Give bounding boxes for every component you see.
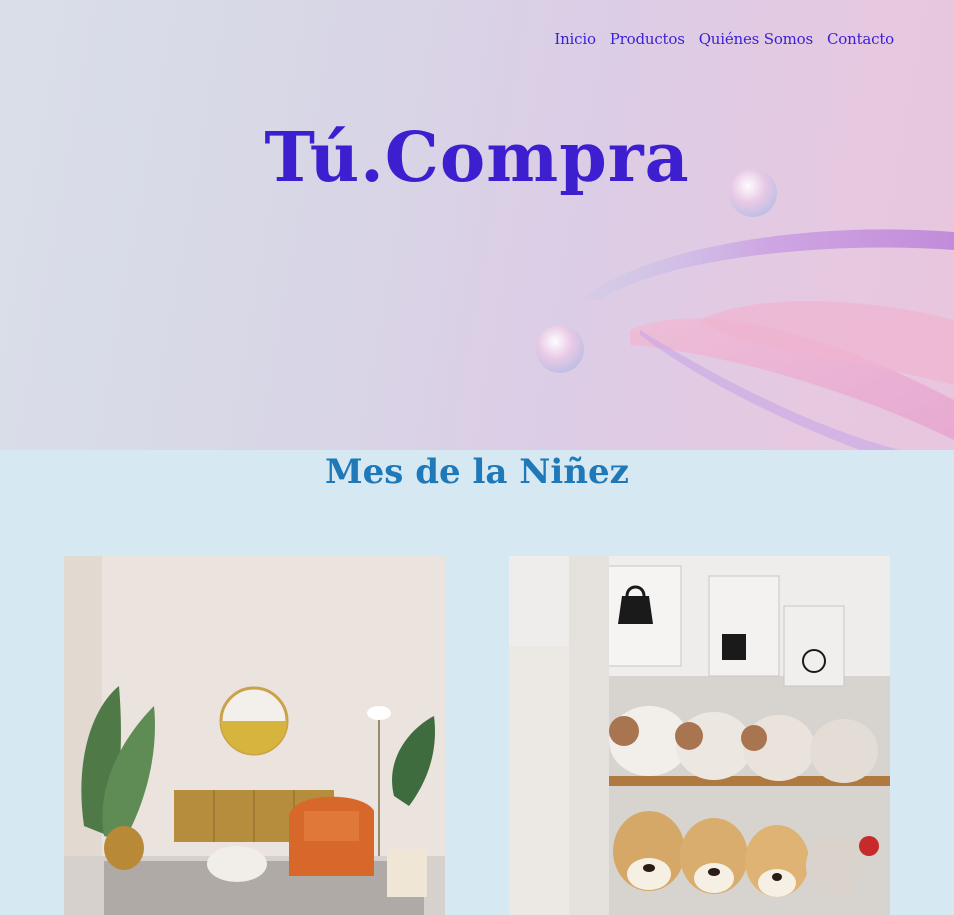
nav-link-quienes-somos[interactable]: Quiénes Somos	[699, 30, 813, 48]
nav-link-inicio[interactable]: Inicio	[554, 30, 596, 48]
product-card-right[interactable]	[509, 556, 890, 915]
hero-banner: Inicio Productos Quiénes Somos Contacto …	[0, 0, 954, 450]
living-room-photo	[64, 556, 445, 915]
section-title: Mes de la Niñez	[325, 452, 629, 492]
hero-decoration	[536, 169, 954, 450]
nav-link-productos[interactable]: Productos	[610, 30, 685, 48]
plush-toys-shelf-photo	[509, 556, 890, 915]
product-card-left[interactable]	[64, 556, 445, 915]
main-nav: Inicio Productos Quiénes Somos Contacto	[554, 30, 894, 48]
site-title: Tú.Compra	[264, 118, 690, 198]
nav-link-contacto[interactable]: Contacto	[827, 30, 894, 48]
